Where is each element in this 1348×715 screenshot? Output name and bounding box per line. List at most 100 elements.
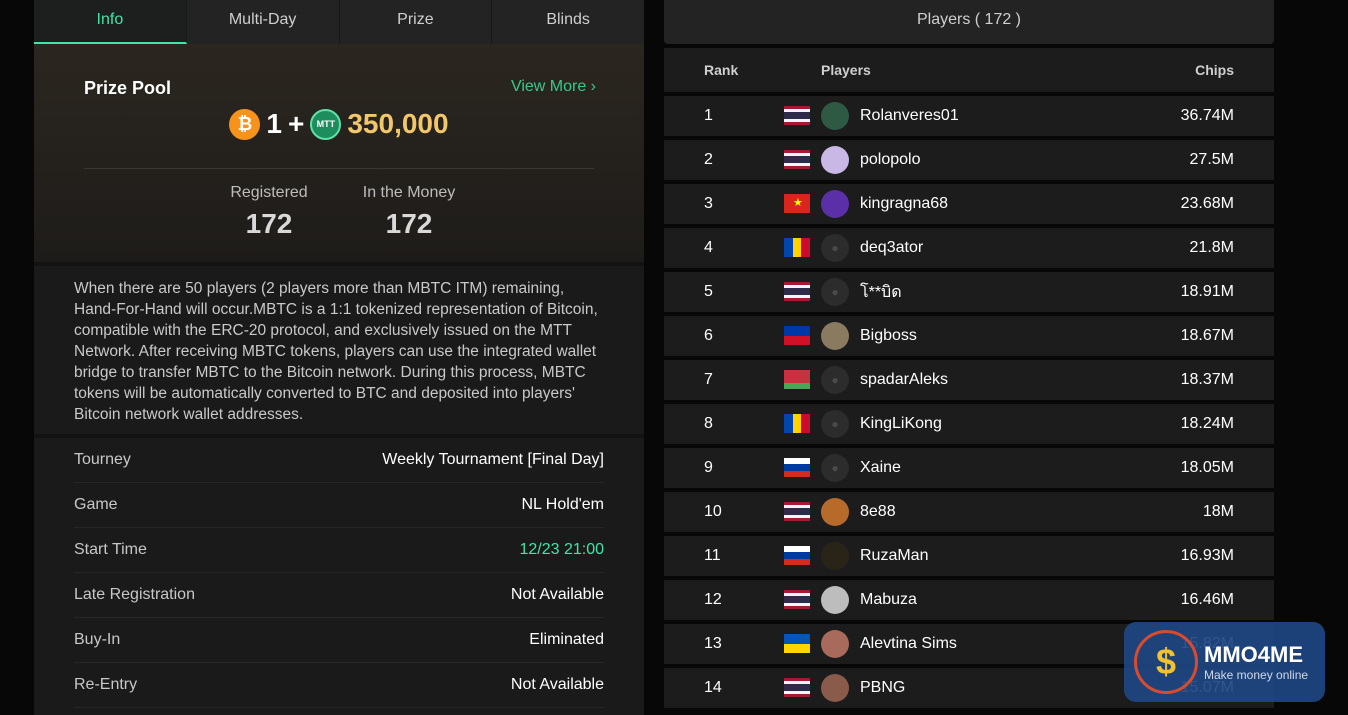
player-chips: 36.74M (1180, 107, 1234, 124)
player-name: Rolanveres01 (860, 107, 959, 124)
player-chips: 18.37M (1180, 371, 1234, 388)
player-name: 8e88 (860, 503, 896, 520)
detail-value: Not Available (510, 676, 604, 693)
tournament-info-panel: Info Multi-Day Prize Blinds Prize Pool V… (34, 0, 644, 715)
moldova-flag-icon (784, 238, 811, 257)
prize-amount: ₿ 1 + MTT 350,000 (74, 108, 604, 140)
player-rank: 2 (704, 151, 713, 168)
player-avatar (821, 586, 849, 614)
player-name: KingLiKong (860, 415, 942, 432)
detail-label: Re-Entry (74, 676, 138, 693)
player-rank: 10 (704, 503, 722, 520)
view-more-link[interactable]: View More › (511, 78, 596, 96)
moldova-flag-icon (784, 414, 811, 433)
player-row[interactable]: 4 ● deq3ator 21.8M (664, 228, 1274, 268)
watermark-subtitle: Make money online (1204, 668, 1309, 682)
detail-row-buy-in: Buy-In Eliminated (74, 618, 604, 663)
player-rank: 14 (704, 679, 722, 696)
player-name: Mabuza (860, 591, 917, 608)
thailand-flag-icon (784, 150, 810, 170)
player-chips: 18.24M (1180, 415, 1234, 432)
player-avatar (821, 322, 849, 350)
player-avatar: ● (821, 366, 849, 394)
players-panel: Players ( 172 ) Rank Players Chips 1 Rola… (664, 0, 1274, 715)
player-row[interactable]: 7 ● spadarAleks 18.37M (664, 360, 1274, 400)
tab-info[interactable]: Info (34, 0, 187, 44)
player-chips: 16.46M (1180, 591, 1234, 608)
player-rank: 9 (704, 459, 713, 476)
registered-stat: Registered 172 (219, 184, 319, 240)
plus-sign: + (288, 108, 305, 139)
player-rank: 3 (704, 195, 713, 212)
col-rank-header: Rank (704, 62, 739, 78)
detail-value: Eliminated (529, 631, 604, 648)
registered-value: 172 (245, 208, 293, 239)
itm-value: 172 (385, 208, 433, 239)
player-row[interactable]: 12 Mabuza 16.46M (664, 580, 1274, 620)
detail-row-late-registration: Late Registration Not Available (74, 573, 604, 618)
russia-flag-icon (784, 458, 810, 477)
player-rank: 7 (704, 371, 713, 388)
player-row[interactable]: 8 ● KingLiKong 18.24M (664, 404, 1274, 444)
tournament-description: When there are 50 players (2 players mor… (34, 262, 644, 432)
player-row[interactable]: 9 ● Xaine 18.05M (664, 448, 1274, 488)
player-rank: 11 (704, 547, 721, 564)
player-avatar (821, 630, 849, 658)
players-header: Players ( 172 ) (664, 0, 1274, 44)
thailand-flag-icon (784, 282, 810, 302)
tab-prize[interactable]: Prize (340, 0, 493, 44)
col-players-header: Players (821, 62, 871, 78)
player-name: PBNG (860, 679, 906, 696)
player-name: spadarAleks (860, 371, 949, 388)
player-chips: 18M (1202, 503, 1234, 520)
belarus-flag-icon (784, 370, 810, 389)
player-avatar: ● (821, 454, 849, 482)
player-name: โ**บิด (860, 283, 902, 301)
player-chips: 16.93M (1180, 547, 1234, 564)
player-row[interactable]: 10 8e88 18M (664, 492, 1274, 532)
player-chips: 23.68M (1180, 195, 1234, 212)
detail-value: Not Available (510, 586, 604, 603)
btc-amount: 1 (266, 108, 282, 139)
player-row[interactable]: 2 polopolo 27.5M (664, 140, 1274, 180)
ukraine-flag-icon (784, 634, 810, 653)
itm-stat: In the Money 172 (359, 184, 459, 240)
watermark-text: MMO4ME Make money online (1204, 642, 1308, 682)
tab-multi-day[interactable]: Multi-Day (187, 0, 340, 44)
itm-label: In the Money (362, 184, 456, 201)
player-rank: 5 (704, 283, 713, 300)
player-rank: 12 (704, 591, 722, 608)
prize-pool-title: Prize Pool (84, 78, 172, 98)
player-row[interactable]: 11 RuzaMan 16.93M (664, 536, 1274, 576)
detail-row-re-entry: Re-Entry Not Available (74, 663, 604, 708)
prize-stats: Registered 172 In the Money 172 (74, 184, 604, 240)
detail-label: Buy-In (74, 631, 121, 648)
player-row[interactable]: 3 ★ kingragna68 23.68M (664, 184, 1274, 224)
detail-value: Weekly Tournament [Final Day] (382, 451, 604, 468)
tab-blinds[interactable]: Blinds (492, 0, 644, 44)
mmo4me-watermark: $ MMO4ME Make money online (1124, 622, 1325, 702)
philippines-flag-icon (784, 326, 810, 345)
player-avatar (821, 146, 849, 174)
player-rank: 1 (704, 107, 713, 124)
registered-label: Registered (230, 184, 308, 201)
detail-row-tourney: Tourney Weekly Tournament [Final Day] (74, 438, 604, 483)
player-row[interactable]: 5 ● โ**บิด 18.91M (664, 272, 1274, 312)
player-chips: 18.91M (1180, 283, 1234, 300)
player-avatar (821, 674, 849, 702)
player-avatar: ● (821, 278, 849, 306)
vietnam-flag-icon: ★ (784, 194, 810, 213)
player-avatar: ● (821, 410, 849, 438)
player-chips: 27.5M (1189, 151, 1234, 168)
player-name: RuzaMan (860, 547, 929, 564)
dollar-icon: $ (1134, 630, 1198, 694)
info-tabs: Info Multi-Day Prize Blinds (34, 0, 644, 44)
detail-label: Start Time (74, 541, 147, 558)
player-row[interactable]: 6 Bigboss 18.67M (664, 316, 1274, 356)
player-row[interactable]: 1 Rolanveres01 36.74M (664, 96, 1274, 136)
player-chips: 21.8M (1189, 239, 1234, 256)
player-rank: 13 (704, 635, 722, 652)
thailand-flag-icon (784, 590, 810, 610)
player-avatar (821, 498, 849, 526)
player-name: Xaine (860, 459, 901, 476)
